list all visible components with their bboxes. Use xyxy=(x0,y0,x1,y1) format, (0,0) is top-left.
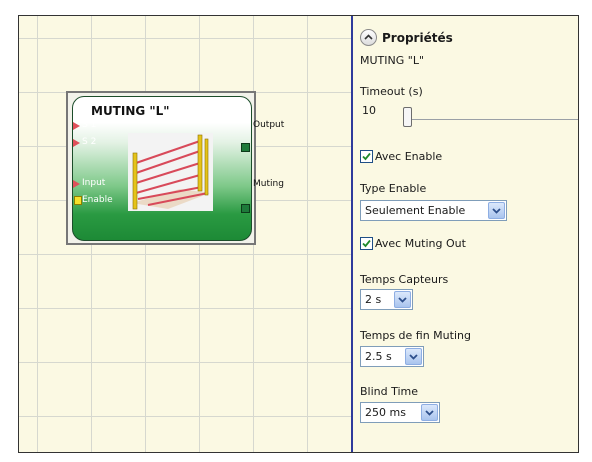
type-enable-value: Seulement Enable xyxy=(365,204,466,217)
blind-time-select[interactable]: 250 ms xyxy=(360,402,440,423)
timeout-value: 10 xyxy=(362,104,376,117)
temps-fin-muting-value: 2.5 s xyxy=(365,350,392,363)
temps-capteurs-value: 2 s xyxy=(365,293,382,306)
muting-light-curtain-icon xyxy=(128,133,213,211)
input-label-input: Input xyxy=(82,178,106,188)
type-enable-select[interactable]: Seulement Enable xyxy=(360,200,507,221)
temps-fin-muting-select[interactable]: 2.5 s xyxy=(360,346,424,367)
output-pin-output-icon[interactable] xyxy=(241,143,250,152)
dropdown-arrow-icon[interactable] xyxy=(488,202,505,219)
avec-muting-out-label: Avec Muting Out xyxy=(375,237,466,250)
blind-time-label: Blind Time xyxy=(360,385,419,398)
input-label-enable: Enable xyxy=(82,195,113,205)
blind-time-value: 250 ms xyxy=(365,406,406,419)
input-label-s1: S 1 xyxy=(82,120,97,130)
avec-enable-checkbox[interactable] xyxy=(360,150,373,163)
properties-panel: Propriétés MUTING "L" Timeout (s) 10 Ave… xyxy=(353,16,578,452)
avec-muting-out-checkbox[interactable] xyxy=(360,237,373,250)
checkmark-icon xyxy=(362,239,371,248)
muting-l-function-block[interactable]: MUTING "L" S 1 S 2 Input Enable xyxy=(72,96,252,241)
timeout-slider-track[interactable] xyxy=(403,119,578,120)
collapse-button[interactable] xyxy=(360,29,377,46)
selected-block-name: MUTING "L" xyxy=(360,54,425,67)
temps-capteurs-select[interactable]: 2 s xyxy=(360,289,413,310)
design-canvas[interactable]: MUTING "L" S 1 S 2 Input Enable Output M… xyxy=(19,16,351,452)
temps-fin-muting-label: Temps de fin Muting xyxy=(360,329,471,342)
timeout-label: Timeout (s) xyxy=(360,85,423,98)
enable-pin-icon[interactable] xyxy=(74,196,82,205)
output-pin-muting-icon[interactable] xyxy=(241,204,250,213)
checkmark-icon xyxy=(362,152,371,161)
window-frame: MUTING "L" S 1 S 2 Input Enable Output M… xyxy=(18,15,579,453)
dropdown-arrow-icon[interactable] xyxy=(394,291,411,308)
input-pin-s1-icon[interactable] xyxy=(73,122,80,130)
properties-title: Propriétés xyxy=(382,31,453,45)
output-label-muting: Muting xyxy=(253,179,284,189)
output-label-output: Output xyxy=(253,120,285,130)
input-pin-s2-icon[interactable] xyxy=(73,139,80,147)
temps-capteurs-label: Temps Capteurs xyxy=(360,273,449,286)
input-pin-input-icon[interactable] xyxy=(73,180,80,188)
input-label-s2: S 2 xyxy=(82,137,97,147)
type-enable-label: Type Enable xyxy=(360,182,427,195)
dropdown-arrow-icon[interactable] xyxy=(421,404,438,421)
chevron-up-icon xyxy=(364,34,373,40)
dropdown-arrow-icon[interactable] xyxy=(405,348,422,365)
timeout-slider-thumb[interactable] xyxy=(403,107,412,127)
block-title: MUTING "L" xyxy=(91,104,170,118)
avec-enable-label: Avec Enable xyxy=(375,150,443,163)
